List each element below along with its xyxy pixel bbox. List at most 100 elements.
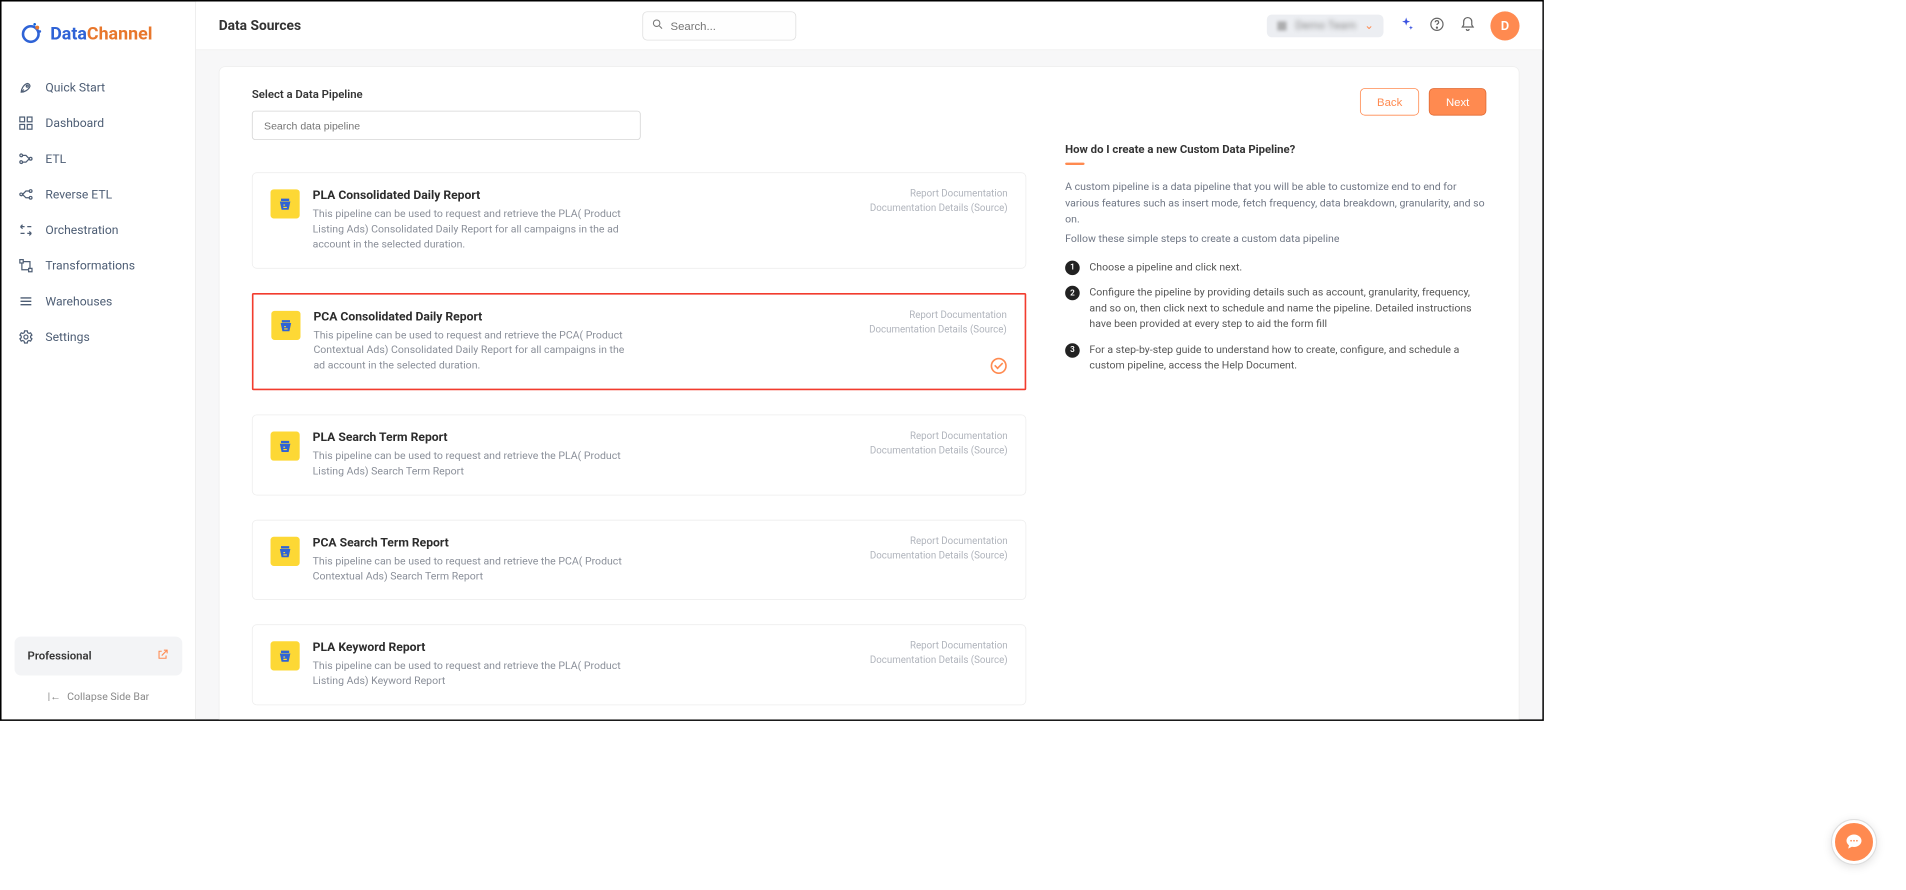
sidebar-item-reverse-etl[interactable]: Reverse ETL (11, 177, 185, 213)
step-text: Choose a pipeline and click next. (1089, 260, 1242, 276)
global-search-input[interactable] (671, 19, 818, 32)
sidebar-item-label: Orchestration (45, 223, 118, 238)
report-documentation-link[interactable]: Report Documentation (869, 307, 1007, 322)
pipeline-description: This pipeline can be used to request and… (313, 555, 637, 586)
info-heading: How do I create a new Custom Data Pipeli… (1065, 143, 1486, 156)
report-documentation-link[interactable]: Report Documentation (870, 534, 1008, 549)
chat-icon (1844, 832, 1864, 852)
sidebar-item-dashboard[interactable]: Dashboard (11, 105, 185, 141)
bell-icon[interactable] (1460, 16, 1476, 35)
brand-part1: Data (50, 24, 87, 44)
report-documentation-link[interactable]: Report Documentation (870, 639, 1008, 654)
pipeline-card[interactable]: PCA Search Term Report This pipeline can… (252, 520, 1026, 601)
step-text: For a step-by-step guide to understand h… (1089, 342, 1486, 374)
info-step: 1 Choose a pipeline and click next. (1065, 260, 1486, 276)
sidebar-item-label: Dashboard (45, 116, 104, 131)
dashboard-icon (18, 115, 34, 131)
help-icon[interactable] (1429, 16, 1445, 35)
pipeline-logo-icon (271, 432, 300, 461)
info-panel: Back Next How do I create a new Custom D… (1065, 88, 1486, 719)
collapse-icon: |← (48, 690, 61, 703)
plan-label: Professional (28, 650, 92, 663)
collapse-sidebar-button[interactable]: |← Collapse Side Bar (11, 682, 185, 703)
documentation-details-link[interactable]: Documentation Details (Source) (870, 443, 1008, 458)
sidebar: DataChannel Quick Start Dashboard ETL Re… (2, 2, 196, 720)
pipeline-search[interactable] (252, 111, 641, 140)
sidebar-item-label: Reverse ETL (45, 187, 112, 202)
info-paragraph-1: A custom pipeline is a data pipeline tha… (1065, 180, 1486, 229)
transformations-icon (18, 258, 34, 274)
grid-icon: ▦ (1277, 19, 1288, 32)
pipeline-description: This pipeline can be used to request and… (313, 660, 637, 691)
step-number: 2 (1065, 286, 1080, 301)
global-search[interactable] (642, 11, 796, 40)
info-steps: 1 Choose a pipeline and click next. 2 Confi… (1065, 260, 1486, 374)
sidebar-item-label: Transformations (45, 258, 135, 273)
pipeline-description: This pipeline can be used to request and… (313, 207, 637, 253)
info-step: 2 Configure the pipeline by providing det… (1065, 285, 1486, 332)
pipeline-description: This pipeline can be used to request and… (313, 450, 637, 481)
documentation-details-link[interactable]: Documentation Details (Source) (870, 548, 1008, 563)
main-nav: Quick Start Dashboard ETL Reverse ETL Or… (11, 70, 185, 637)
content-area: Select a Data Pipeline PLA Consolidated … (196, 50, 1542, 719)
documentation-details-link[interactable]: Documentation Details (Source) (870, 201, 1008, 216)
info-step: 3 For a step-by-step guide to understand … (1065, 342, 1486, 374)
step-text: Configure the pipeline by providing deta… (1089, 285, 1486, 332)
sidebar-item-quick-start[interactable]: Quick Start (11, 70, 185, 106)
documentation-details-link[interactable]: Documentation Details (Source) (870, 653, 1008, 668)
step-number: 1 (1065, 260, 1080, 275)
account-label: Demo Team (1295, 19, 1356, 32)
pipeline-card[interactable]: PCA Consolidated Daily Report This pipel… (252, 293, 1026, 391)
sidebar-item-warehouses[interactable]: Warehouses (11, 284, 185, 320)
pipeline-logo-icon (271, 642, 300, 671)
avatar-initial: D (1501, 18, 1509, 33)
reverse-etl-icon (18, 186, 34, 202)
etl-icon (18, 151, 34, 167)
documentation-details-link[interactable]: Documentation Details (Source) (869, 322, 1007, 337)
sidebar-item-transformations[interactable]: Transformations (11, 248, 185, 284)
info-paragraph-2: Follow these simple steps to create a cu… (1065, 232, 1486, 248)
avatar[interactable]: D (1490, 11, 1519, 40)
sidebar-item-label: Quick Start (45, 80, 105, 95)
gear-icon (18, 329, 34, 345)
sidebar-item-orchestration[interactable]: Orchestration (11, 212, 185, 248)
brand-part2: Channel (87, 24, 152, 44)
external-link-icon (156, 648, 169, 664)
account-switcher[interactable]: ▦ Demo Team ⌄ (1267, 14, 1384, 37)
sidebar-item-label: Settings (45, 330, 89, 345)
topbar: Data Sources ▦ Demo Team ⌄ (196, 2, 1542, 51)
section-title: Select a Data Pipeline (252, 88, 641, 101)
orchestration-icon (18, 222, 34, 238)
pipeline-card[interactable]: PLA Consolidated Daily Report This pipel… (252, 173, 1026, 269)
pipeline-search-input[interactable] (264, 119, 629, 131)
rocket-icon (18, 79, 34, 95)
pipeline-logo-icon (271, 190, 300, 219)
info-underline (1065, 163, 1084, 165)
brand-logo[interactable]: DataChannel (11, 18, 185, 70)
selected-check-icon (991, 358, 1007, 374)
report-documentation-link[interactable]: Report Documentation (870, 186, 1008, 201)
sidebar-item-label: ETL (45, 151, 66, 166)
page-title: Data Sources (219, 17, 301, 33)
pipeline-card[interactable]: PLA Search Term Report This pipeline can… (252, 415, 1026, 496)
search-icon (651, 17, 664, 33)
sidebar-item-etl[interactable]: ETL (11, 141, 185, 177)
report-documentation-link[interactable]: Report Documentation (870, 429, 1008, 444)
sidebar-item-settings[interactable]: Settings (11, 319, 185, 355)
pipeline-description: This pipeline can be used to request and… (313, 328, 637, 374)
back-button[interactable]: Back (1360, 88, 1419, 116)
next-button[interactable]: Next (1429, 88, 1486, 116)
warehouses-icon (18, 293, 34, 309)
plan-badge[interactable]: Professional (15, 637, 183, 676)
sparkle-icon[interactable] (1398, 16, 1414, 35)
collapse-label: Collapse Side Bar (67, 691, 149, 703)
pipeline-logo-icon (271, 537, 300, 566)
pipeline-list: PLA Consolidated Daily Report This pipel… (252, 173, 1026, 720)
pipeline-card[interactable]: PLA Keyword Report This pipeline can be … (252, 625, 1026, 706)
chat-fab[interactable] (1832, 820, 1876, 864)
chevron-down-icon: ⌄ (1364, 19, 1374, 32)
step-number: 3 (1065, 343, 1080, 358)
logo-mark-icon (18, 21, 44, 47)
sidebar-item-label: Warehouses (45, 294, 112, 309)
pipeline-logo-icon (271, 311, 300, 340)
